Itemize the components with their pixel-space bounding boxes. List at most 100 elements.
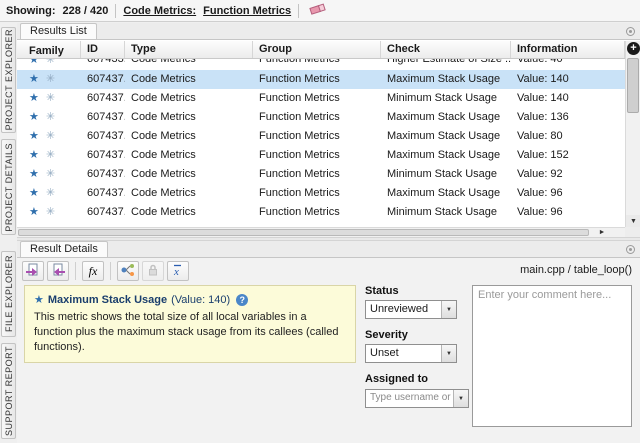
table-row[interactable]: ★ ✳ 607433... Code Metrics Function Metr… [17, 59, 625, 70]
family-cell: ★ ✳ [17, 127, 81, 146]
help-icon[interactable]: ? [236, 294, 248, 306]
type-cell: Code Metrics [125, 108, 253, 127]
table-header: Family ID Type Group Check Information [17, 41, 625, 59]
assigned-to-placeholder: Type username or ... [366, 390, 453, 407]
group-cell: Function Metrics [253, 59, 381, 70]
call-hierarchy-button[interactable] [117, 261, 139, 281]
call-hierarchy-icon [120, 262, 136, 281]
filter-value-link[interactable]: Function Metrics [203, 5, 291, 17]
clear-filter-button[interactable] [306, 1, 330, 20]
group-cell: Function Metrics [253, 70, 381, 89]
column-header-family[interactable]: Family [17, 41, 81, 58]
details-tabstrip: Result Details [17, 241, 640, 258]
check-cell: Minimum Stack Usage [381, 203, 511, 222]
type-cell: Code Metrics [125, 127, 253, 146]
column-options-button[interactable]: + [627, 42, 640, 55]
severity-dropdown[interactable]: Unset ▼ [365, 344, 457, 363]
sidebar-tab-label: PROJECT DETAILS [4, 143, 14, 232]
column-header-information[interactable]: Information [511, 41, 625, 58]
table-row[interactable]: ★ ✳ 607437... Code Metrics Function Metr… [17, 184, 625, 203]
asterisk-icon: ✳ [46, 146, 55, 165]
asterisk-icon: ✳ [46, 127, 55, 146]
family-cell: ★ ✳ [17, 184, 81, 203]
chevron-down-icon[interactable]: ▼ [453, 390, 468, 407]
table-row[interactable]: ★ ✳ 607437... Code Metrics Function Metr… [17, 89, 625, 108]
lock-button[interactable] [142, 261, 164, 281]
sidebar-tab[interactable]: PROJECT EXPLORER [1, 27, 16, 133]
sidebar-tab[interactable]: FILE EXPLORER [1, 251, 16, 337]
table-row[interactable]: ★ ✳ 607437... Code Metrics Function Metr… [17, 127, 625, 146]
information-cell: Value: 96 [511, 184, 625, 203]
sidebar-tab-label: FILE EXPLORER [4, 255, 14, 332]
family-cell: ★ ✳ [17, 165, 81, 184]
filter-category-link[interactable]: Code Metrics: [123, 5, 196, 17]
details-toolbar: fx [17, 258, 640, 284]
show-source-in-result-button[interactable] [47, 261, 69, 281]
type-cell: Code Metrics [125, 146, 253, 165]
table-row[interactable]: ★ ✳ 607437... Code Metrics Function Metr… [17, 165, 625, 184]
svg-text:x: x [173, 266, 179, 278]
table-row[interactable]: ★ ✳ 607437... Code Metrics Function Metr… [17, 203, 625, 222]
chevron-down-icon[interactable]: ▼ [441, 345, 456, 362]
tab-result-details[interactable]: Result Details [20, 241, 108, 257]
column-header-check[interactable]: Check [381, 41, 511, 58]
type-cell: Code Metrics [125, 184, 253, 203]
group-cell: Function Metrics [253, 184, 381, 203]
comment-box[interactable] [472, 285, 632, 427]
current-location-label: main.cpp / table_loop() [520, 264, 632, 276]
document-arrow-icon [25, 262, 41, 281]
show-result-in-source-button[interactable] [22, 261, 44, 281]
severity-value: Unset [366, 345, 441, 362]
plus-icon: + [630, 42, 636, 54]
column-header-group[interactable]: Group [253, 41, 381, 58]
table-row[interactable]: ★ ✳ 607437... Code Metrics Function Metr… [17, 108, 625, 127]
check-cell: Minimum Stack Usage [381, 165, 511, 184]
asterisk-icon: ✳ [46, 184, 55, 203]
column-header-type[interactable]: Type [125, 41, 253, 58]
assigned-to-combobox[interactable]: Type username or ... ▼ [365, 389, 469, 408]
type-cell: Code Metrics [125, 70, 253, 89]
function-metrics-button[interactable]: fx [82, 261, 104, 281]
panel-menu-icon[interactable] [626, 245, 635, 254]
panel-menu-icon[interactable] [626, 27, 635, 36]
tab-results-list[interactable]: Results List [20, 23, 97, 39]
sidebar-tab[interactable]: SUPPORT REPORT [1, 343, 16, 439]
results-table-body: ★ ✳ 607433... Code Metrics Function Metr… [17, 59, 625, 227]
eraser-icon [309, 2, 327, 19]
table-row[interactable]: ★ ✳ 607437... Code Metrics Function Metr… [17, 70, 625, 89]
group-cell: Function Metrics [253, 108, 381, 127]
lock-icon [145, 262, 161, 281]
group-cell: Function Metrics [253, 203, 381, 222]
information-cell: Value: 136 [511, 108, 625, 127]
star-icon: ★ [29, 184, 39, 203]
scroll-down-button[interactable]: ▼ [626, 215, 640, 227]
chevron-down-icon[interactable]: ▼ [441, 301, 456, 318]
id-cell: 607433... [81, 59, 125, 70]
id-cell: 607437... [81, 70, 125, 89]
family-cell: ★ ✳ [17, 70, 81, 89]
status-dropdown[interactable]: Unreviewed ▼ [365, 300, 457, 319]
asterisk-icon: ✳ [46, 89, 55, 108]
family-cell: ★ ✳ [17, 89, 81, 108]
variable-access-icon: x [170, 262, 186, 281]
column-header-id[interactable]: ID [81, 41, 125, 58]
variable-access-button[interactable]: x [167, 261, 189, 281]
top-status-bar: Showing: 228 / 420 Code Metrics: Functio… [0, 0, 640, 22]
table-row[interactable]: ★ ✳ 607437... Code Metrics Function Metr… [17, 146, 625, 165]
group-cell: Function Metrics [253, 127, 381, 146]
main-area: Results List Family ID Type Group Check … [17, 23, 640, 443]
left-sidebar: PROJECT EXPLORER PROJECT DETAILS FILE EX… [0, 23, 16, 443]
horizontal-scrollbar-thumb[interactable] [18, 229, 589, 236]
star-icon: ★ [29, 108, 39, 127]
id-cell: 607437... [81, 108, 125, 127]
id-cell: 607437... [81, 89, 125, 108]
star-icon: ★ [34, 293, 44, 306]
family-cell: ★ ✳ [17, 203, 81, 222]
vertical-scrollbar[interactable]: + ▼ [625, 41, 640, 227]
sidebar-tab[interactable]: PROJECT DETAILS [1, 139, 16, 235]
scroll-right-button[interactable]: ► [595, 228, 609, 237]
horizontal-scrollbar[interactable]: ► [17, 227, 625, 237]
type-cell: Code Metrics [125, 89, 253, 108]
type-cell: Code Metrics [125, 165, 253, 184]
vertical-scrollbar-thumb[interactable] [627, 58, 639, 113]
